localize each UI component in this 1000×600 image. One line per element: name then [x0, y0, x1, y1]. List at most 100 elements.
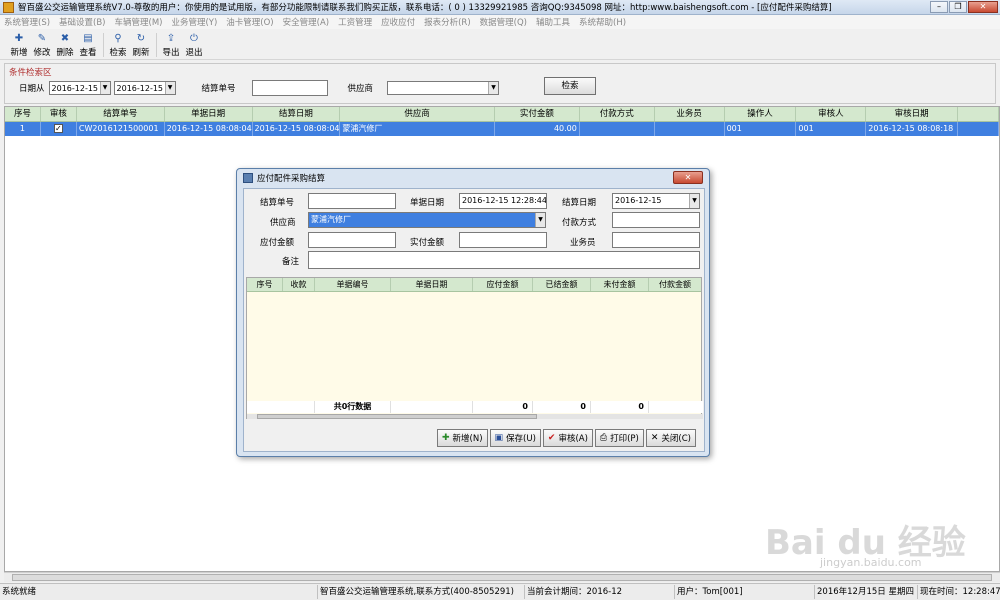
new-button[interactable]: ✚ 新增 — [8, 31, 30, 59]
dialog-print-button[interactable]: ⎙ 打印(P) — [594, 429, 644, 447]
dialog-pay-method-input[interactable] — [612, 212, 700, 228]
dialog-print-label: 打印(P) — [610, 434, 639, 444]
column-header[interactable]: 序号 — [5, 107, 41, 121]
column-header[interactable]: 付款金额 — [649, 278, 701, 291]
table-row[interactable]: 1 ✓ CW2016121500001 2016-12-15 08:08:04 … — [5, 122, 1000, 136]
column-header[interactable]: 结算单号 — [77, 107, 165, 121]
cell-salesman — [655, 122, 725, 136]
menu-basic-settings[interactable]: 基础设置(B) — [59, 16, 105, 28]
dialog-payable-input[interactable] — [308, 232, 396, 248]
dialog-icon — [243, 173, 253, 183]
menu-tools[interactable]: 辅助工具 — [536, 16, 570, 28]
column-header[interactable]: 审核日期 — [866, 107, 959, 121]
column-header[interactable]: 已结金额 — [533, 278, 591, 291]
menu-salary[interactable]: 工资管理 — [338, 16, 372, 28]
menu-data[interactable]: 数据管理(Q) — [480, 16, 527, 28]
status-time: 现在时间：12:28:47 — [920, 587, 1000, 597]
column-header[interactable]: 操作人 — [725, 107, 797, 121]
dialog-titlebar: 应付配件采购结算 — [237, 169, 709, 187]
view-button[interactable]: ▤ 查看 — [77, 31, 99, 59]
column-header[interactable]: 序号 — [247, 278, 283, 291]
column-header[interactable]: 单据日期 — [165, 107, 253, 121]
dialog-supplier-select[interactable]: 蒙浦汽修厂 ▼ — [308, 212, 546, 228]
column-header[interactable]: 审核人 — [796, 107, 867, 121]
column-header[interactable]: 业务员 — [655, 107, 725, 121]
search-panel: 条件检索区 日期从 2016-12-15 ▼ 2016-12-15 ▼ 结算单号… — [4, 63, 996, 104]
chevron-down-icon[interactable]: ▼ — [689, 194, 699, 208]
date-to-picker[interactable]: 2016-12-15 ▼ — [113, 81, 176, 95]
column-header[interactable]: 实付金额 — [495, 107, 580, 121]
dialog-salesman-input[interactable] — [612, 232, 700, 248]
column-header[interactable]: 付款方式 — [580, 107, 655, 121]
export-label: 导出 — [162, 47, 180, 58]
horizontal-scrollbar[interactable] — [4, 572, 1000, 582]
search-button[interactable]: ⚲ 检索 — [107, 31, 129, 59]
chevron-down-icon[interactable]: ▼ — [99, 82, 110, 94]
chevron-down-icon[interactable]: ▼ — [535, 213, 545, 227]
chevron-down-icon[interactable]: ▼ — [488, 82, 499, 94]
close-icon[interactable]: ✕ — [968, 1, 998, 13]
dialog-paid-input[interactable] — [459, 232, 547, 248]
dialog-body: 结算单号 单据日期 2016-12-15 12:28:44 结算日期 2016-… — [243, 188, 705, 452]
cell-audit[interactable]: ✓ — [41, 122, 77, 136]
scrollbar-thumb[interactable] — [257, 414, 537, 419]
refresh-button[interactable]: ↻ 刷新 — [130, 31, 152, 59]
window-controls: – ❐ ✕ — [930, 1, 998, 13]
column-header[interactable]: 结算日期 — [253, 107, 341, 121]
search-submit-button[interactable]: 检索 — [544, 77, 596, 95]
dialog-settle-date-picker[interactable]: 2016-12-15 ▼ — [612, 193, 700, 209]
dialog-new-button[interactable]: ✚ 新增(N) — [436, 429, 488, 447]
cell-pay-method — [580, 122, 655, 136]
dialog-close-button[interactable]: ✕ 关闭(C) — [645, 429, 696, 447]
menu-fuel-card[interactable]: 油卡管理(O) — [226, 16, 273, 28]
dialog-close-icon[interactable]: ✕ — [673, 171, 703, 184]
edit-label: 修改 — [33, 47, 51, 58]
dialog-save-button[interactable]: ▣ 保存(U) — [489, 429, 541, 447]
delete-label: 删除 — [56, 47, 74, 58]
column-header[interactable]: 应付金额 — [473, 278, 533, 291]
cell-settle-no: CW2016121500001 — [77, 122, 165, 136]
date-from-picker[interactable]: 2016-12-15 ▼ — [48, 81, 111, 95]
menu-receivable-payable[interactable]: 应收应付 — [381, 16, 415, 28]
supplier-label: 供应商 — [270, 218, 296, 228]
dialog-settle-no-input[interactable] — [308, 193, 396, 209]
column-header[interactable]: 审核 — [41, 107, 77, 121]
column-header[interactable]: 供应商 — [340, 107, 496, 121]
chevron-down-icon[interactable]: ▼ — [164, 82, 175, 94]
exit-label: 退出 — [185, 47, 203, 58]
column-header[interactable]: 单据编号 — [315, 278, 391, 291]
menu-safety[interactable]: 安全管理(A) — [283, 16, 329, 28]
exit-button[interactable]: ⏻ 退出 — [183, 31, 205, 59]
menu-vehicle[interactable]: 车辆管理(M) — [115, 16, 163, 28]
column-header[interactable]: 单据日期 — [391, 278, 473, 291]
settle-no-input[interactable] — [251, 80, 328, 96]
dialog-note-input[interactable] — [308, 251, 700, 269]
scrollbar-thumb[interactable] — [12, 574, 992, 581]
edit-button[interactable]: ✎ 修改 — [31, 31, 53, 59]
refresh-label: 刷新 — [132, 47, 150, 58]
audit-checkbox[interactable]: ✓ — [53, 124, 63, 133]
settle-no-label: 结算单号 — [260, 198, 295, 208]
total-settled: 0 — [533, 401, 591, 413]
column-header[interactable]: 收款 — [283, 278, 315, 291]
status-date: 2016年12月15日 星期四 — [815, 585, 918, 599]
export-icon: ⇪ — [166, 32, 176, 44]
dialog-audit-button[interactable]: ✔ 审核(A) — [542, 429, 593, 447]
delete-button[interactable]: ✖ 删除 — [54, 31, 76, 59]
dialog-doc-date-field[interactable]: 2016-12-15 12:28:44 — [459, 193, 547, 209]
menu-business[interactable]: 业务管理(Y) — [171, 16, 217, 28]
save-icon: ▣ — [494, 433, 504, 443]
detail-table-scrollbar[interactable] — [247, 414, 703, 419]
menu-system[interactable]: 系统管理(S) — [4, 16, 50, 28]
menu-help[interactable]: 系统帮助(H) — [579, 16, 626, 28]
column-header[interactable]: 未付金额 — [591, 278, 649, 291]
menu-reports[interactable]: 报表分析(R) — [424, 16, 471, 28]
column-header-filler — [958, 107, 999, 121]
restore-icon[interactable]: ❐ — [949, 1, 967, 13]
dialog-new-label: 新增(N) — [452, 434, 483, 444]
window-title: 智百盛公交运输管理系统V7.0-尊敬的用户：你使用的是试用版，有部分功能限制请联… — [18, 3, 832, 13]
dialog-button-row: ✚ 新增(N) ▣ 保存(U) ✔ 审核(A) ⎙ 打印(P) ✕ 关闭(C) — [436, 429, 696, 447]
export-button[interactable]: ⇪ 导出 — [160, 31, 182, 59]
supplier-select[interactable]: ▼ — [387, 81, 500, 95]
minimize-icon[interactable]: – — [930, 1, 948, 13]
